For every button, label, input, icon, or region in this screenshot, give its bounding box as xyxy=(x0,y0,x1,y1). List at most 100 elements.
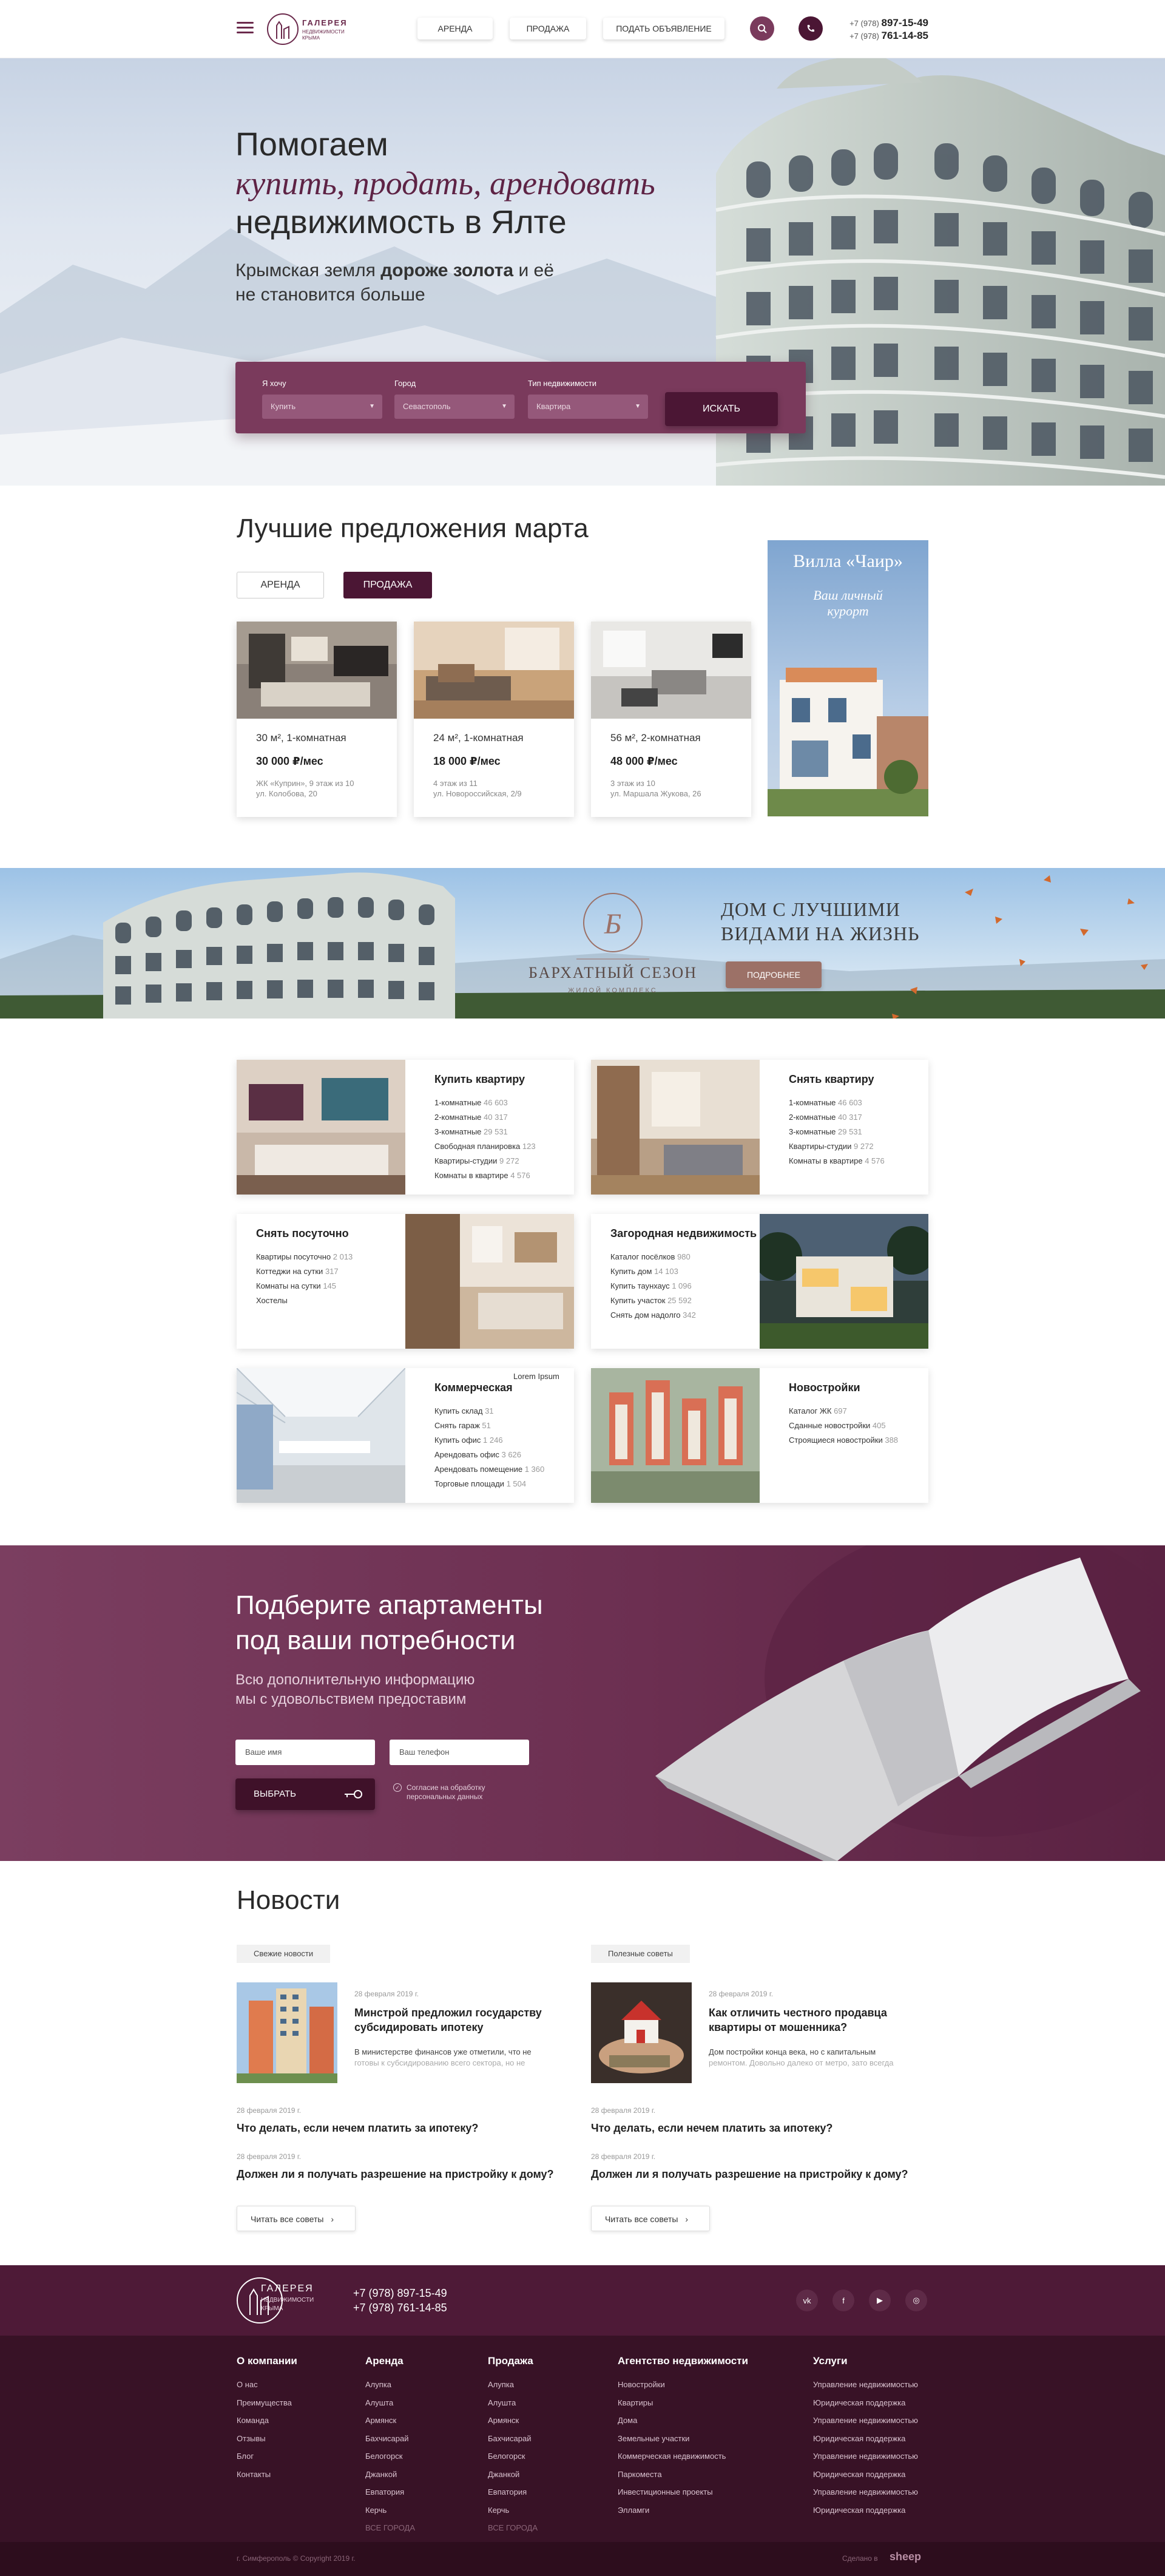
category-card-country-property[interactable]: Загородная недвижимость Каталог посёлков … xyxy=(591,1214,928,1349)
footer-link[interactable]: Управление недвижимостью xyxy=(813,2412,918,2430)
footer-link[interactable]: Джанкой xyxy=(488,2466,538,2484)
footer-all-cities-link[interactable]: ВСЕ ГОРОДА xyxy=(488,2519,538,2537)
category-card-new-buildings[interactable]: Новостройки Каталог ЖК 697 Сданные новостр… xyxy=(591,1368,928,1503)
footer-link[interactable]: Дома xyxy=(618,2412,748,2430)
footer-link[interactable]: Управление недвижимостью xyxy=(813,2376,918,2394)
category-title[interactable]: Снять квартиру xyxy=(789,1073,928,1086)
read-all-button[interactable]: Читать все советы › xyxy=(591,2206,710,2231)
nav-rent-button[interactable]: АРЕНДА xyxy=(417,18,493,39)
category-link[interactable]: Арендовать помещение 1 360 xyxy=(434,1462,574,1477)
footer-link[interactable]: Бахчисарай xyxy=(365,2430,415,2448)
category-link[interactable]: Каталог ЖК 697 xyxy=(789,1404,928,1418)
category-link[interactable]: Купить склад 31 xyxy=(434,1404,574,1418)
footer-link[interactable]: Евпатория xyxy=(365,2483,415,2501)
offer-card[interactable]: 24 м², 1-комнатная 18 000 ₽/мес 4 этаж и… xyxy=(414,622,574,817)
category-link[interactable]: Торговые площади 1 504 xyxy=(434,1477,574,1491)
category-link[interactable]: Купить таунхаус 1 096 xyxy=(610,1279,760,1293)
news-tag[interactable]: Полезные советы xyxy=(591,1945,690,1963)
category-title[interactable]: Снять посуточно xyxy=(256,1227,405,1240)
category-link[interactable]: 2-комнатные 40 317 xyxy=(434,1110,574,1125)
category-link[interactable]: Комнаты на сутки 145 xyxy=(256,1279,405,1293)
facebook-icon[interactable]: f xyxy=(832,2290,854,2311)
footer-link[interactable]: Паркоместа xyxy=(618,2466,748,2484)
category-title[interactable]: Коммерческая xyxy=(434,1381,574,1394)
offer-card[interactable]: 56 м², 2-комнатная 48 000 ₽/мес 3 этаж и… xyxy=(591,622,751,817)
news-item-title[interactable]: Что делать, если нечем платить за ипотек… xyxy=(237,2121,478,2135)
banner-more-button[interactable]: ПОДРОБНЕЕ xyxy=(726,961,822,988)
footer-link[interactable]: Управление недвижимостью xyxy=(813,2483,918,2501)
category-link[interactable]: 1-комнатные 46 603 xyxy=(434,1096,574,1110)
footer-link[interactable]: Евпатория xyxy=(488,2483,538,2501)
vk-icon[interactable]: vk xyxy=(796,2290,818,2311)
footer-link[interactable]: Управление недвижимостью xyxy=(813,2447,918,2466)
tab-rent[interactable]: АРЕНДА xyxy=(237,572,324,598)
category-card-buy-apartment[interactable]: Купить квартиру 1-комнатные 46 603 2-комна… xyxy=(237,1060,574,1195)
type-select[interactable]: Квартира ▼ xyxy=(528,395,648,419)
footer-link[interactable]: Элламги xyxy=(618,2501,748,2520)
nav-post-ad-button[interactable]: ПОДАТЬ ОБЪЯВЛЕНИЕ xyxy=(603,18,724,39)
consent-checkbox[interactable]: ✓ Согласие на обработку персональных дан… xyxy=(393,1783,485,1802)
footer-all-cities-link[interactable]: ВСЕ ГОРОДА xyxy=(365,2519,415,2537)
want-select[interactable]: Купить ▼ xyxy=(262,395,382,419)
footer-link[interactable]: Юридическая поддержка xyxy=(813,2430,918,2448)
nav-sale-button[interactable]: ПРОДАЖА xyxy=(510,18,586,39)
name-input[interactable]: Ваше имя xyxy=(235,1740,375,1765)
category-link[interactable]: 3-комнатные 29 531 xyxy=(434,1125,574,1139)
footer-link[interactable]: Юридическая поддержка xyxy=(813,2466,918,2484)
footer-link[interactable]: Преимущества xyxy=(237,2394,297,2412)
phone-number-1[interactable]: +7 (978) 897-15-49 xyxy=(843,17,928,30)
category-link[interactable]: Купить офис 1 246 xyxy=(434,1433,574,1448)
tab-sale[interactable]: ПРОДАЖА xyxy=(343,572,432,598)
category-link[interactable]: Снять гараж 51 xyxy=(434,1418,574,1433)
news-headline[interactable]: Минстрой предложил государству субсидиров… xyxy=(354,2005,542,2035)
category-link[interactable]: Квартиры посуточно 2 013 xyxy=(256,1250,405,1264)
footer-phone[interactable]: +7 (978) 761-14-85 xyxy=(353,2300,447,2315)
category-card-daily-rent[interactable]: Снять посуточно Квартиры посуточно 2 013 К… xyxy=(237,1214,574,1349)
footer-link[interactable]: Юридическая поддержка xyxy=(813,2394,918,2412)
footer-link[interactable]: Команда xyxy=(237,2412,297,2430)
news-item-title[interactable]: Что делать, если нечем платить за ипотек… xyxy=(591,2121,832,2135)
category-link[interactable]: Снять дом надолго 342 xyxy=(610,1308,760,1323)
category-card-commercial[interactable]: Коммерческая Купить склад 31 Снять гараж 5… xyxy=(237,1368,574,1503)
footer-link[interactable]: Инвестиционные проекты xyxy=(618,2483,748,2501)
choose-button[interactable]: ВЫБРАТЬ xyxy=(235,1778,375,1810)
city-select[interactable]: Севастополь ▼ xyxy=(394,395,515,419)
category-link[interactable]: Коттеджи на сутки 317 xyxy=(256,1264,405,1279)
footer-link[interactable]: Керчь xyxy=(488,2501,538,2520)
category-link[interactable]: Купить участок 25 592 xyxy=(610,1293,760,1308)
category-link[interactable]: Строящиеся новостройки 388 xyxy=(789,1433,928,1448)
villa-promo-banner[interactable]: Вилла «Чаир» Ваш личный курорт xyxy=(768,540,928,816)
footer-link[interactable]: Новостройки xyxy=(618,2376,748,2394)
footer-link[interactable]: Джанкой xyxy=(365,2466,415,2484)
youtube-icon[interactable]: ▶ xyxy=(869,2290,891,2311)
footer-link[interactable]: Алупка xyxy=(365,2376,415,2394)
category-link[interactable]: Комнаты в квартире 4 576 xyxy=(789,1154,928,1168)
footer-link[interactable]: Юридическая поддержка xyxy=(813,2501,918,2520)
category-link[interactable]: Каталог посёлков 980 xyxy=(610,1250,760,1264)
footer-phone[interactable]: +7 (978) 897-15-49 xyxy=(353,2286,447,2300)
footer-link[interactable]: Белогорск xyxy=(488,2447,538,2466)
category-link[interactable]: Квартиры-студии 9 272 xyxy=(434,1154,574,1168)
news-item-title[interactable]: Должен ли я получать разрешение на прист… xyxy=(237,2167,554,2181)
category-link[interactable]: Свободная планировка 123 xyxy=(434,1139,574,1154)
footer-link[interactable]: Керчь xyxy=(365,2501,415,2520)
phone-input[interactable]: Ваш телефон xyxy=(390,1740,529,1765)
category-link[interactable]: Комнаты в квартире 4 576 xyxy=(434,1168,574,1183)
category-link[interactable]: Арендовать офис 3 626 xyxy=(434,1448,574,1462)
footer-link[interactable]: Бахчисарай xyxy=(488,2430,538,2448)
footer-link[interactable]: О нас xyxy=(237,2376,297,2394)
news-item-title[interactable]: Должен ли я получать разрешение на прист… xyxy=(591,2167,908,2181)
search-button[interactable] xyxy=(750,16,774,41)
category-card-rent-apartment[interactable]: Снять квартиру 1-комнатные 46 603 2-комнат… xyxy=(591,1060,928,1195)
category-link[interactable]: 2-комнатные 40 317 xyxy=(789,1110,928,1125)
footer-link[interactable]: Армянск xyxy=(365,2412,415,2430)
instagram-icon[interactable]: ◎ xyxy=(905,2290,927,2311)
footer-link[interactable]: Алушта xyxy=(488,2394,538,2412)
logo[interactable]: ГАЛЕРЕЯ НЕДВИЖИМОСТИ КРЫМА xyxy=(267,13,346,45)
footer-link[interactable]: Алупка xyxy=(488,2376,538,2394)
news-headline[interactable]: Как отличить честного продавца квартиры о… xyxy=(709,2005,887,2035)
promo-banner[interactable]: Б БАРХАТНЫЙ СЕЗОН ЖИЛОЙ КОМПЛЕКС ДОМ С Л… xyxy=(0,868,1165,1019)
footer-link[interactable]: Квартиры xyxy=(618,2394,748,2412)
category-link[interactable]: Квартиры-студии 9 272 xyxy=(789,1139,928,1154)
footer-link[interactable]: Блог xyxy=(237,2447,297,2466)
